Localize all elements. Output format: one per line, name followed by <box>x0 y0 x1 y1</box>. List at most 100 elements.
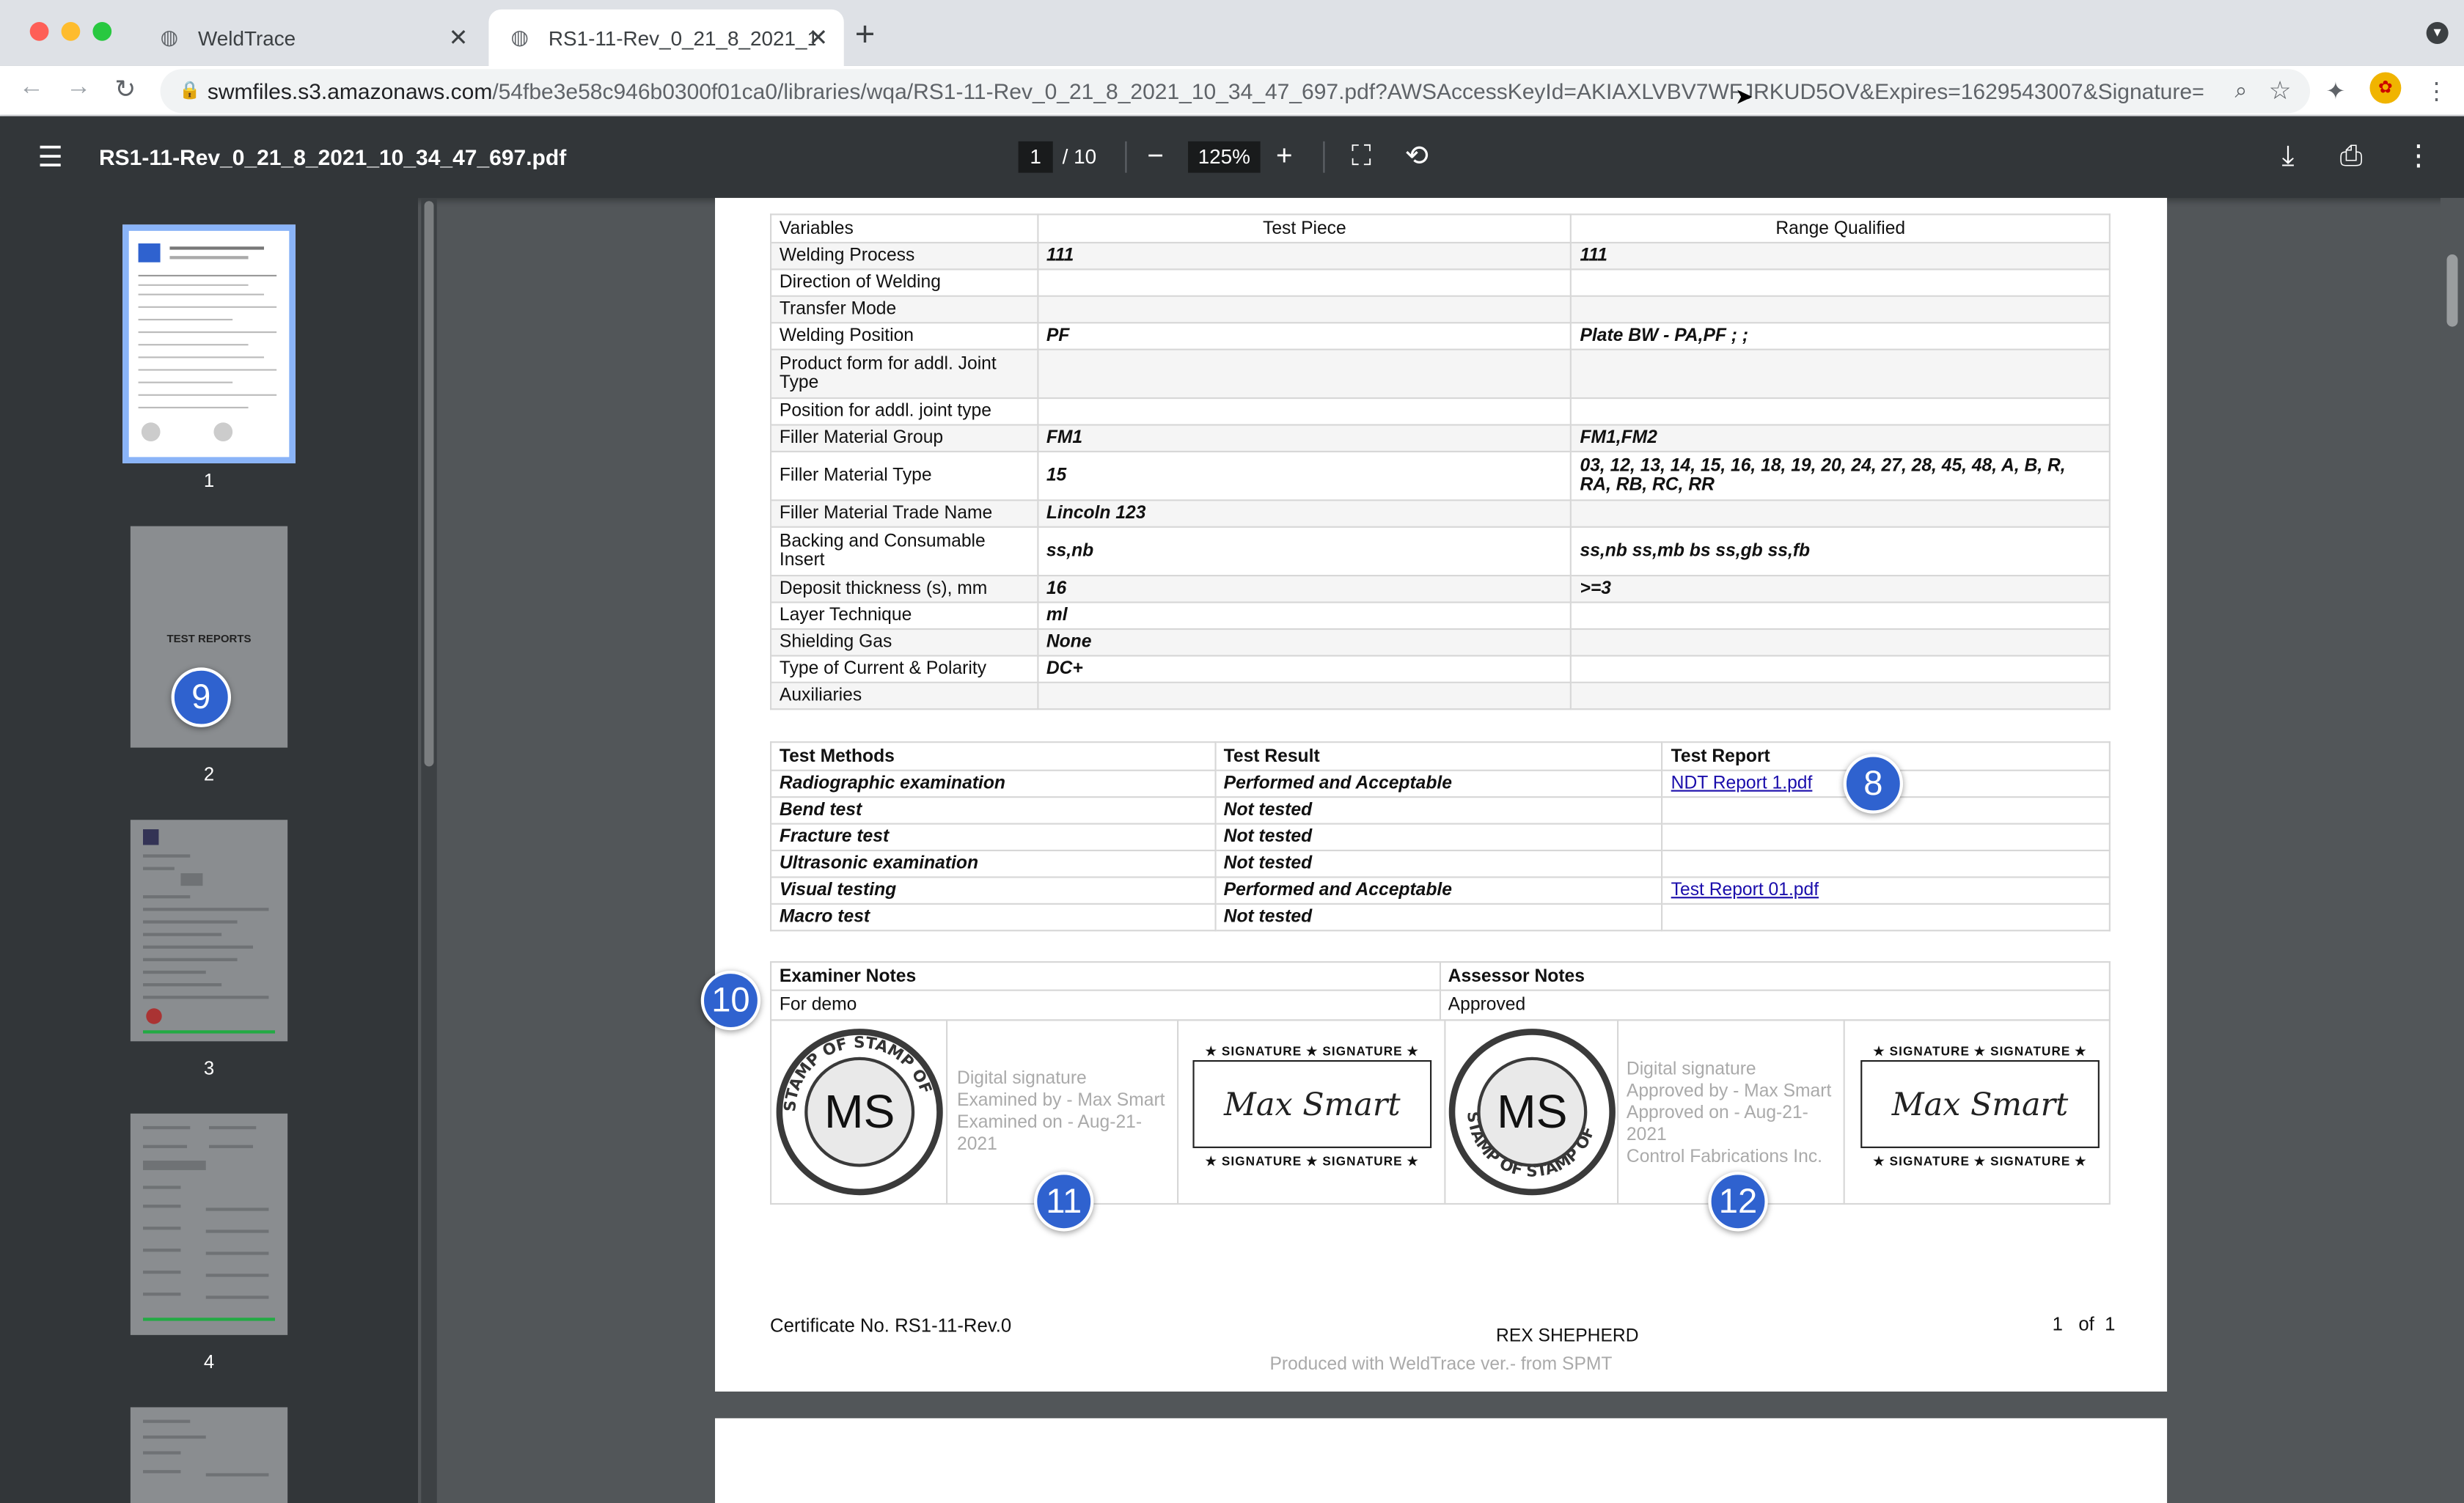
zoom-out-icon[interactable]: − <box>1147 139 1164 173</box>
page-count: 1 of 1 <box>2052 1312 2116 1335</box>
range-value <box>1570 655 2111 683</box>
stamp-seal: STAMP OF STAMP OF MS <box>776 1029 943 1196</box>
assessor-notes-text: Approved <box>1438 989 2111 1021</box>
test-piece-value: 16 <box>1036 575 1572 603</box>
close-icon[interactable]: ✕ <box>808 23 828 51</box>
back-arrow-icon[interactable]: ← <box>19 74 44 103</box>
variable-name: Type of Current & Polarity <box>770 655 1039 683</box>
kebab-menu-icon[interactable]: ⋮ <box>2405 139 2433 173</box>
signature-header: ★ SIGNATURE ★ SIGNATURE ★ <box>1205 1044 1419 1059</box>
magnifier-icon[interactable]: ⌕ <box>2235 77 2248 103</box>
tab-weldtrace[interactable]: ◍ WeldTrace ✕ <box>139 10 484 66</box>
variable-name: Position for addl. joint type <box>770 397 1039 426</box>
address-bar[interactable]: 🔒 swmfiles.s3.amazonaws.com/54fbe3e58c94… <box>160 69 2311 114</box>
print-icon[interactable]: ⎙ <box>2340 139 2363 173</box>
assessor-signature-cell: ★ SIGNATURE ★ SIGNATURE ★ Max Smart ★ SI… <box>1845 1021 2111 1205</box>
lock-icon: 🔒 <box>179 81 201 101</box>
profile-avatar[interactable]: ✿ <box>2369 72 2402 104</box>
dsig-line: 2021 <box>957 1135 997 1155</box>
footer-name: REX SHEPHERD <box>1496 1327 1639 1346</box>
dsig-line: Control Fabrications Inc. <box>1626 1147 1822 1167</box>
column-header: Test Piece <box>1036 213 1572 244</box>
menu-icon[interactable]: ☰ <box>37 143 63 172</box>
certificate-number: Certificate No. RS1-11-Rev.0 <box>770 1315 1012 1337</box>
maximize-window-button[interactable] <box>92 21 112 41</box>
signature-footer: ★ SIGNATURE ★ SIGNATURE ★ <box>1873 1154 2087 1169</box>
examiner-notes-header: Examiner Notes <box>770 961 1440 991</box>
close-icon[interactable]: ✕ <box>449 23 469 51</box>
range-value <box>1570 397 2111 426</box>
thumbnail-page-3[interactable] <box>130 820 288 1042</box>
thumbnail-label: 3 <box>203 1056 215 1079</box>
puzzle-icon[interactable]: ✦ <box>2325 77 2345 105</box>
scrollbar-thumb[interactable] <box>424 201 434 767</box>
tab-pdf[interactable]: ◍ RS1-11-Rev_0_21_8_2021_10_ ✕ <box>488 9 844 66</box>
thumbnail-scrollbar[interactable] <box>421 197 437 1503</box>
tab-title: WeldTrace <box>198 26 296 50</box>
dsig-line: Digital signature <box>1626 1059 1756 1079</box>
test-piece-value <box>1036 397 1572 426</box>
examiner-signature-cell: ★ SIGNATURE ★ SIGNATURE ★ Max Smart ★ SI… <box>1178 1021 1446 1205</box>
test-piece-value <box>1036 268 1572 297</box>
column-header: Test Result <box>1214 741 1663 771</box>
close-window-button[interactable] <box>29 21 49 41</box>
viewer-scrollbar[interactable] <box>2440 197 2464 1503</box>
thumbnail-page-4[interactable] <box>130 1113 288 1335</box>
chevron-down-icon[interactable]: ▼ <box>2426 21 2449 44</box>
test-piece-value: 111 <box>1036 241 1572 271</box>
test-method: Radiographic examination <box>770 769 1216 798</box>
mouse-cursor-icon: ➤ <box>1734 83 1753 109</box>
range-value: ss,nb ss,mb bs ss,gb ss,fb <box>1570 526 2111 577</box>
forward-arrow-icon[interactable]: → <box>66 74 91 103</box>
range-value <box>1570 268 2111 297</box>
test-report <box>1661 903 2111 932</box>
variable-name: Product form for addl. Joint Type <box>770 348 1039 400</box>
signature-handwritten: Max Smart <box>1192 1059 1432 1148</box>
test-piece-value: ss,nb <box>1036 526 1572 577</box>
variable-name: Auxiliaries <box>770 681 1039 710</box>
test-piece-value: ml <box>1036 601 1572 631</box>
thumbnail-page-1[interactable] <box>122 224 296 463</box>
test-method: Macro test <box>770 903 1216 932</box>
download-icon[interactable]: ⤓ <box>2281 139 2294 173</box>
test-result: Performed and Acceptable <box>1214 876 1663 905</box>
variable-name: Layer Technique <box>770 601 1039 631</box>
kebab-menu-icon[interactable]: ⋮ <box>2424 77 2448 105</box>
divider <box>1125 141 1127 173</box>
thumbnail-label: 2 <box>203 763 215 786</box>
signature-footer: ★ SIGNATURE ★ SIGNATURE ★ <box>1205 1154 1419 1169</box>
url-text[interactable]: swmfiles.s3.amazonaws.com/54fbe3e58c946b… <box>208 78 2203 103</box>
scrollbar-thumb[interactable] <box>2446 254 2458 327</box>
signature-header: ★ SIGNATURE ★ SIGNATURE ★ <box>1873 1044 2087 1059</box>
range-value: 111 <box>1570 241 2111 271</box>
dsig-line: 2021 <box>1626 1125 1667 1145</box>
thumbnail-label: 1 <box>203 469 215 492</box>
zoom-in-icon[interactable]: + <box>1276 139 1293 173</box>
column-header: Variables <box>770 213 1039 244</box>
reload-icon[interactable]: ↻ <box>114 74 136 106</box>
star-icon[interactable]: ☆ <box>2269 76 2292 107</box>
range-value <box>1570 681 2111 710</box>
ndt-report-link[interactable]: NDT Report 1.pdf <box>1671 774 1813 793</box>
variable-name: Filler Material Type <box>770 450 1039 501</box>
rotate-icon[interactable]: ⟲ <box>1405 139 1429 173</box>
variables-table: Variables Test Piece Range Qualified Wel… <box>770 213 2111 710</box>
test-piece-value: PF <box>1036 322 1572 350</box>
test-report-link[interactable]: Test Report 01.pdf <box>1671 881 1819 900</box>
minimize-window-button[interactable] <box>61 21 81 41</box>
variable-name: Deposit thickness (s), mm <box>770 575 1039 603</box>
pdf-page-next <box>715 1418 2168 1503</box>
zoom-input[interactable]: 125% <box>1188 141 1261 173</box>
column-header: Range Qualified <box>1570 213 2111 244</box>
test-report <box>1661 849 2111 878</box>
assessor-stamp-cell: STAMP OF STAMP OF MS <box>1445 1021 1619 1205</box>
page-number-input[interactable]: 1 <box>1018 141 1053 173</box>
page-total: / 10 <box>1062 144 1097 169</box>
variable-name: Welding Position <box>770 322 1039 350</box>
fit-page-icon[interactable]: ⛶ <box>1352 139 1371 173</box>
thumbnail-page-5[interactable] <box>130 1407 288 1503</box>
test-method: Bend test <box>770 796 1216 825</box>
pdf-toolbar: ☰ RS1-11-Rev_0_21_8_2021_10_34_47_697.pd… <box>0 116 2464 198</box>
annotation-badge: 8 <box>1843 754 1904 814</box>
new-tab-button[interactable]: + <box>855 15 876 53</box>
